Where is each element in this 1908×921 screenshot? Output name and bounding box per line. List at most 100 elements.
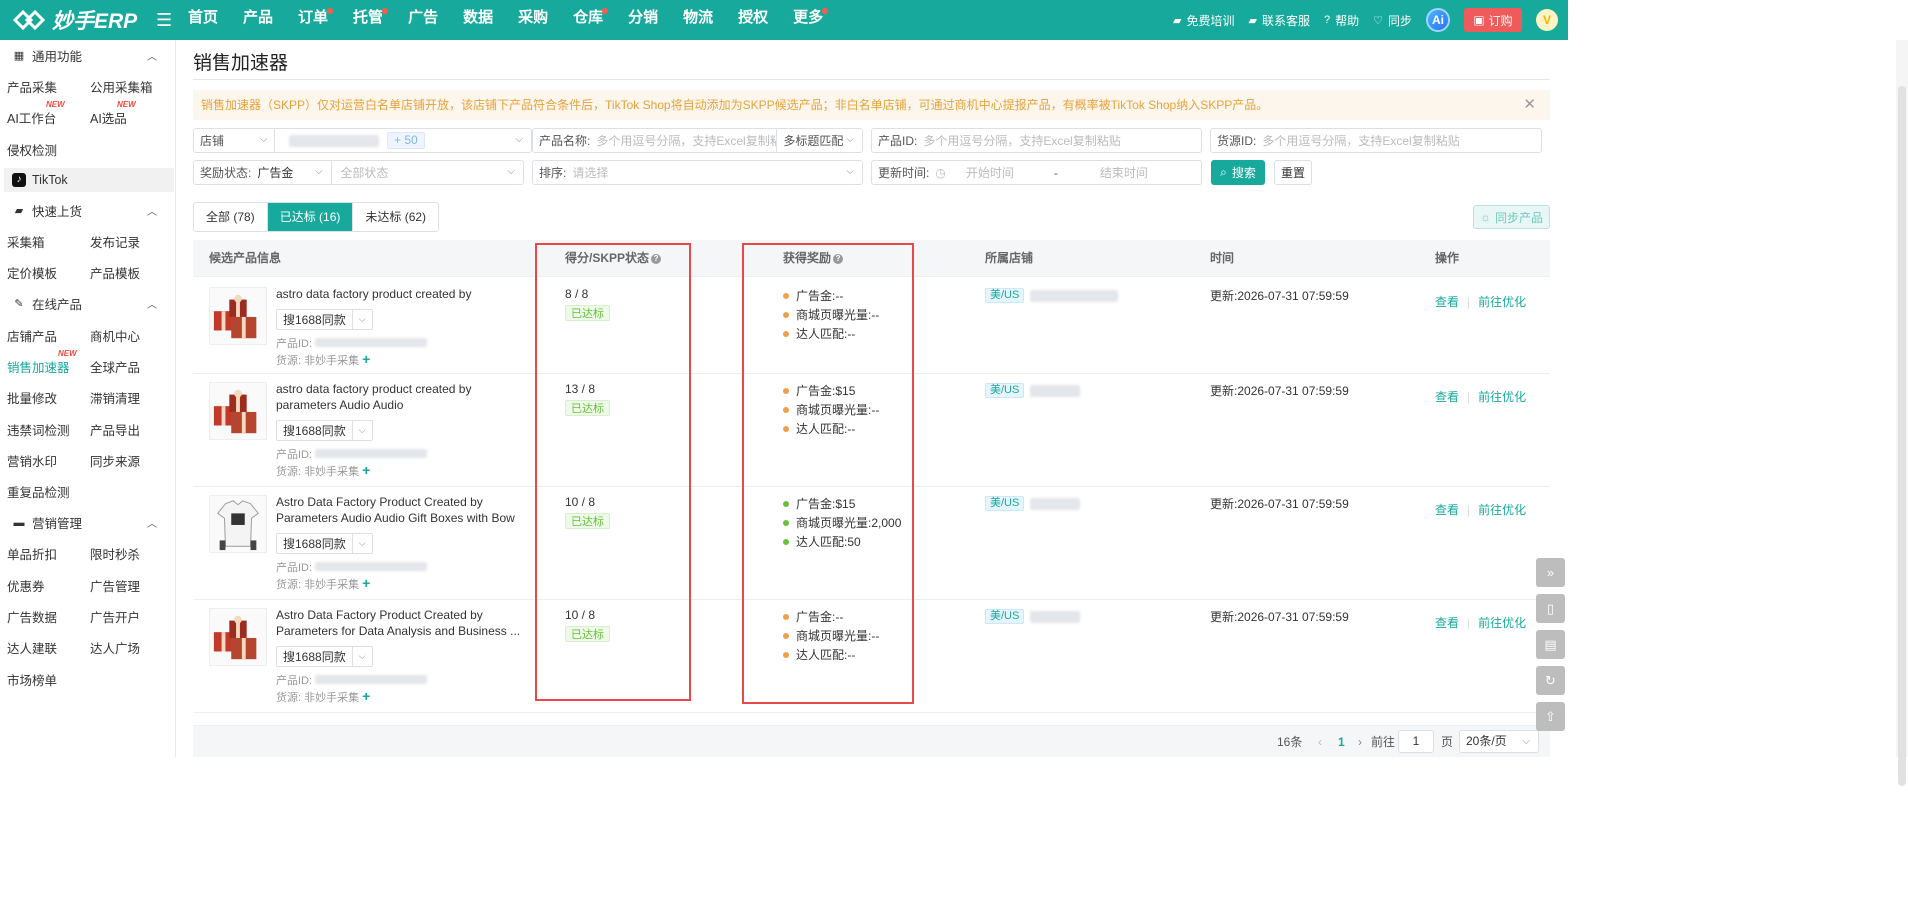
sort-filter[interactable]: 排序: 请选择 ⌵ [532,160,863,185]
nav-order[interactable]: 订单 [298,0,334,40]
sidebar-item-publish-log[interactable]: 发布记录 [83,232,166,251]
product-id-input[interactable]: 多个用逗号分隔，支持Excel复制粘贴 [923,132,1120,149]
add-source-icon[interactable]: + [362,351,370,367]
sidebar-item-global-products[interactable]: 全球产品 [83,357,166,376]
view-link[interactable]: 查看 [1435,293,1459,310]
optimize-link[interactable]: 前往优化 [1478,388,1526,405]
add-source-icon[interactable]: + [362,688,370,704]
refresh-icon[interactable]: ↻ [1536,666,1565,695]
sidebar-group-marketing[interactable]: ▬ 营销管理 ︿ [0,507,175,538]
user-avatar[interactable]: V [1536,9,1558,31]
view-link[interactable]: 查看 [1435,501,1459,518]
next-page-icon[interactable]: › [1358,726,1362,758]
help-icon[interactable]: ? [833,254,844,264]
sidebar-item-sales-accelerator[interactable]: 销售加速器 NEW [0,349,83,376]
nav-logistics[interactable]: 物流 [683,0,713,40]
sidebar-item-pricing-template[interactable]: 定价模板 [0,263,83,282]
sidebar-item-ad-manage[interactable]: 广告管理 [83,576,166,595]
match-mode-select[interactable]: 多标题匹配 [777,132,849,149]
sync-products-button[interactable]: ☼ 同步产品 [1473,205,1550,229]
search-1688-button[interactable]: 搜1688同款 ⌵ [276,309,373,330]
update-time-filter[interactable]: 更新时间: ◷ 开始时间 - 结束时间 [871,160,1202,185]
tab-qualified[interactable]: 已达标 (16) [267,203,354,231]
sidebar-group-quick-upload[interactable]: ▰ 快速上货 ︿ [0,195,175,226]
sidebar-item-clearance[interactable]: 滞销清理 [83,388,166,407]
goto-page-input[interactable]: 1 [1398,730,1434,753]
training-link[interactable]: ▰ 免费培训 [1173,12,1234,29]
product-thumbnail[interactable] [209,608,267,666]
page-size-select[interactable]: 20条/页 ⌵ [1459,730,1539,753]
feedback-icon[interactable]: ▤ [1536,630,1565,659]
sidebar-group-general[interactable]: ▦ 通用功能 ︿ [0,40,175,71]
sidebar-item-sync-source[interactable]: 同步来源 [83,451,166,470]
product-thumbnail[interactable] [209,382,267,440]
sidebar-item-product-export[interactable]: 产品导出 [83,420,166,439]
search-1688-button[interactable]: 搜1688同款 ⌵ [276,420,373,441]
sidebar-item-product-template[interactable]: 产品模板 [83,263,166,282]
sidebar-item-opportunity[interactable]: 商机中心 [83,326,166,345]
nav-home[interactable]: 首页 [188,0,218,40]
menu-toggle-icon[interactable]: ☰ [156,10,172,31]
add-source-icon[interactable]: + [362,462,370,478]
nav-hosting[interactable]: 托管 [353,0,389,40]
product-name-filter[interactable]: 产品名称: 多个用逗号分隔，支持Excel复制粘贴 多标题匹配 ⌵ [532,128,863,153]
product-name[interactable]: Astro Data Factory Product Created by Pa… [276,494,534,526]
nav-authorize[interactable]: 授权 [738,0,768,40]
nav-warehouse[interactable]: 仓库 [573,0,609,40]
source-id-input[interactable]: 多个用逗号分隔，支持Excel复制粘贴 [1262,132,1459,149]
search-1688-button[interactable]: 搜1688同款 ⌵ [276,533,373,554]
collapse-icon[interactable]: » [1536,558,1565,587]
nav-product[interactable]: 产品 [243,0,273,40]
sidebar-platform-tiktok[interactable]: ♪ TikTok [4,167,174,192]
sidebar-item-creator-plaza[interactable]: 达人广场 [83,638,166,657]
sidebar-item-bulk-edit[interactable]: 批量修改 [0,388,83,407]
end-time-input[interactable]: 结束时间 [1100,164,1148,181]
nav-distribution[interactable]: 分销 [628,0,658,40]
help-link[interactable]: ? 帮助 [1324,12,1359,29]
page-number-current[interactable]: 1 [1338,726,1345,758]
nav-ads[interactable]: 广告 [408,0,438,40]
back-to-top-icon[interactable]: ⇧ [1536,702,1565,731]
add-source-icon[interactable]: + [362,575,370,591]
sidebar-item-store-products[interactable]: 店铺产品 [0,326,83,345]
sidebar-item-discount[interactable]: 单品折扣 [0,544,83,563]
shop-filter[interactable]: 店铺 ⌵ + 50 ⌵ [193,128,532,153]
close-icon[interactable]: ✕ [1523,90,1536,120]
sidebar-item-ai-workbench[interactable]: AI工作台 NEW [0,100,83,127]
sidebar-item-ad-account[interactable]: 广告开户 [83,607,166,626]
reset-button[interactable]: 重置 [1274,160,1312,185]
optimize-link[interactable]: 前往优化 [1478,501,1526,518]
sync-link[interactable]: ♡ 同步 [1373,12,1412,29]
help-icon[interactable]: ? [651,254,662,264]
nav-data[interactable]: 数据 [463,0,493,40]
scrollbar-thumb[interactable] [1898,86,1906,786]
view-link[interactable]: 查看 [1435,614,1459,631]
search-button[interactable]: ⌕ 搜索 [1211,160,1265,185]
optimize-link[interactable]: 前往优化 [1478,614,1526,631]
start-time-input[interactable]: 开始时间 [966,164,1054,181]
sidebar-item-infringement[interactable]: 侵权检测 [0,140,83,159]
sidebar-item-flash-sale[interactable]: 限时秒杀 [83,544,166,563]
nav-purchase[interactable]: 采购 [518,0,548,40]
product-name[interactable]: Astro Data Factory Product Created by Pa… [276,607,534,639]
view-link[interactable]: 查看 [1435,388,1459,405]
sidebar-item-market-rank[interactable]: 市场榜单 [0,670,83,689]
product-id-filter[interactable]: 产品ID: 多个用逗号分隔，支持Excel复制粘贴 [871,128,1202,153]
optimize-link[interactable]: 前往优化 [1478,293,1526,310]
prev-page-icon[interactable]: ‹ [1318,726,1322,758]
product-thumbnail[interactable] [209,495,267,553]
reward-filter[interactable]: 奖励状态: 广告金 ⌵ 全部状态 ⌵ [193,160,524,185]
shop-select[interactable]: 店铺 [194,132,264,149]
sidebar-item-creator-contact[interactable]: 达人建联 [0,638,83,657]
product-name[interactable]: astro data factory product created by pa… [276,286,534,302]
sidebar-item-ad-data[interactable]: 广告数据 [0,607,83,626]
scrollbar[interactable] [1896,40,1908,786]
sidebar-item-coupon[interactable]: 优惠券 [0,576,83,595]
product-name[interactable]: astro data factory product created by pa… [276,381,534,413]
status-select[interactable]: 全部状态 [332,164,388,181]
mobile-icon[interactable]: ▯ [1536,594,1565,623]
tab-all[interactable]: 全部 (78) [194,203,268,231]
tab-unqualified[interactable]: 未达标 (62) [353,203,438,231]
sort-select[interactable]: 请选择 [572,164,608,181]
sidebar-item-watermark[interactable]: 营销水印 [0,451,83,470]
